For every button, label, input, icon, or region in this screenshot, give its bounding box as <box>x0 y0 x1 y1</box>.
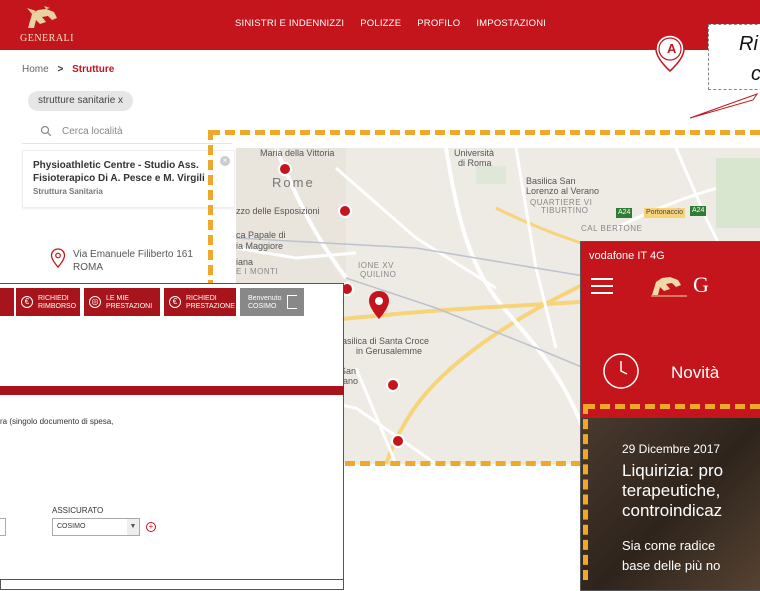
desktop-note: ra (singolo documento di spesa, <box>0 417 114 426</box>
news-article-card[interactable]: 29 Dicembre 2017 Liquirizia: pro terapeu… <box>581 418 760 590</box>
add-insured-icon[interactable]: + <box>146 522 156 532</box>
phone-brand: G <box>693 272 709 297</box>
chevron-down-icon: ▼ <box>127 519 139 535</box>
logout-icon <box>287 295 297 309</box>
welcome-user-button[interactable]: BenvenutoCOSIMO <box>240 288 304 316</box>
mobile-app-screenshot: vodafone IT 4G G Novità 29 Dicembre 2017… <box>580 241 760 591</box>
article-title: Liquirizia: pro terapeutiche, controindi… <box>622 461 724 520</box>
news-title: Novità <box>671 363 720 382</box>
desktop-panel: € RICHIEDI RIMBORSO ◎ LE MIE PRESTAZIONI €… <box>0 283 344 580</box>
callout-box: Ri c <box>708 24 760 90</box>
euro-icon: € <box>21 296 33 308</box>
hamburger-menu-icon[interactable] <box>591 278 613 294</box>
history-clock-icon <box>603 353 639 389</box>
generali-lion-icon <box>651 277 687 297</box>
insured-label: ASSICURATO <box>52 506 104 515</box>
news-section-header[interactable]: Novità <box>581 328 760 424</box>
highlight-border-phone-top <box>585 404 760 409</box>
desktop-section-header <box>0 386 344 395</box>
callout-text-line-2: c <box>751 63 760 85</box>
request-reimbursement-button[interactable]: € RICHIEDIRIMBORSO <box>16 288 80 316</box>
callout-text-line-1: Ri <box>739 33 758 55</box>
phone-status-bar: vodafone IT 4G <box>589 250 665 262</box>
callout-badge-label: A <box>667 41 677 56</box>
toolbar-button[interactable] <box>0 288 14 316</box>
article-excerpt: Sia come radice base delle più no <box>622 538 721 573</box>
desktop-toolbar: € RICHIEDIRIMBORSO ◎ LE MIEPRESTAZIONI €… <box>0 284 344 320</box>
request-service-button[interactable]: € RICHIEDIPRESTAZIONE <box>164 288 236 316</box>
euro-icon: € <box>169 296 181 308</box>
insured-left-box[interactable] <box>0 518 6 536</box>
insured-select-value: COSIMO <box>57 523 86 530</box>
article-date: 29 Dicembre 2017 <box>622 442 721 456</box>
services-icon: ◎ <box>89 296 101 308</box>
highlight-border-phone-left <box>583 404 588 580</box>
insured-select[interactable]: COSIMO ▼ <box>52 518 140 536</box>
my-services-button[interactable]: ◎ LE MIEPRESTAZIONI <box>84 288 160 316</box>
